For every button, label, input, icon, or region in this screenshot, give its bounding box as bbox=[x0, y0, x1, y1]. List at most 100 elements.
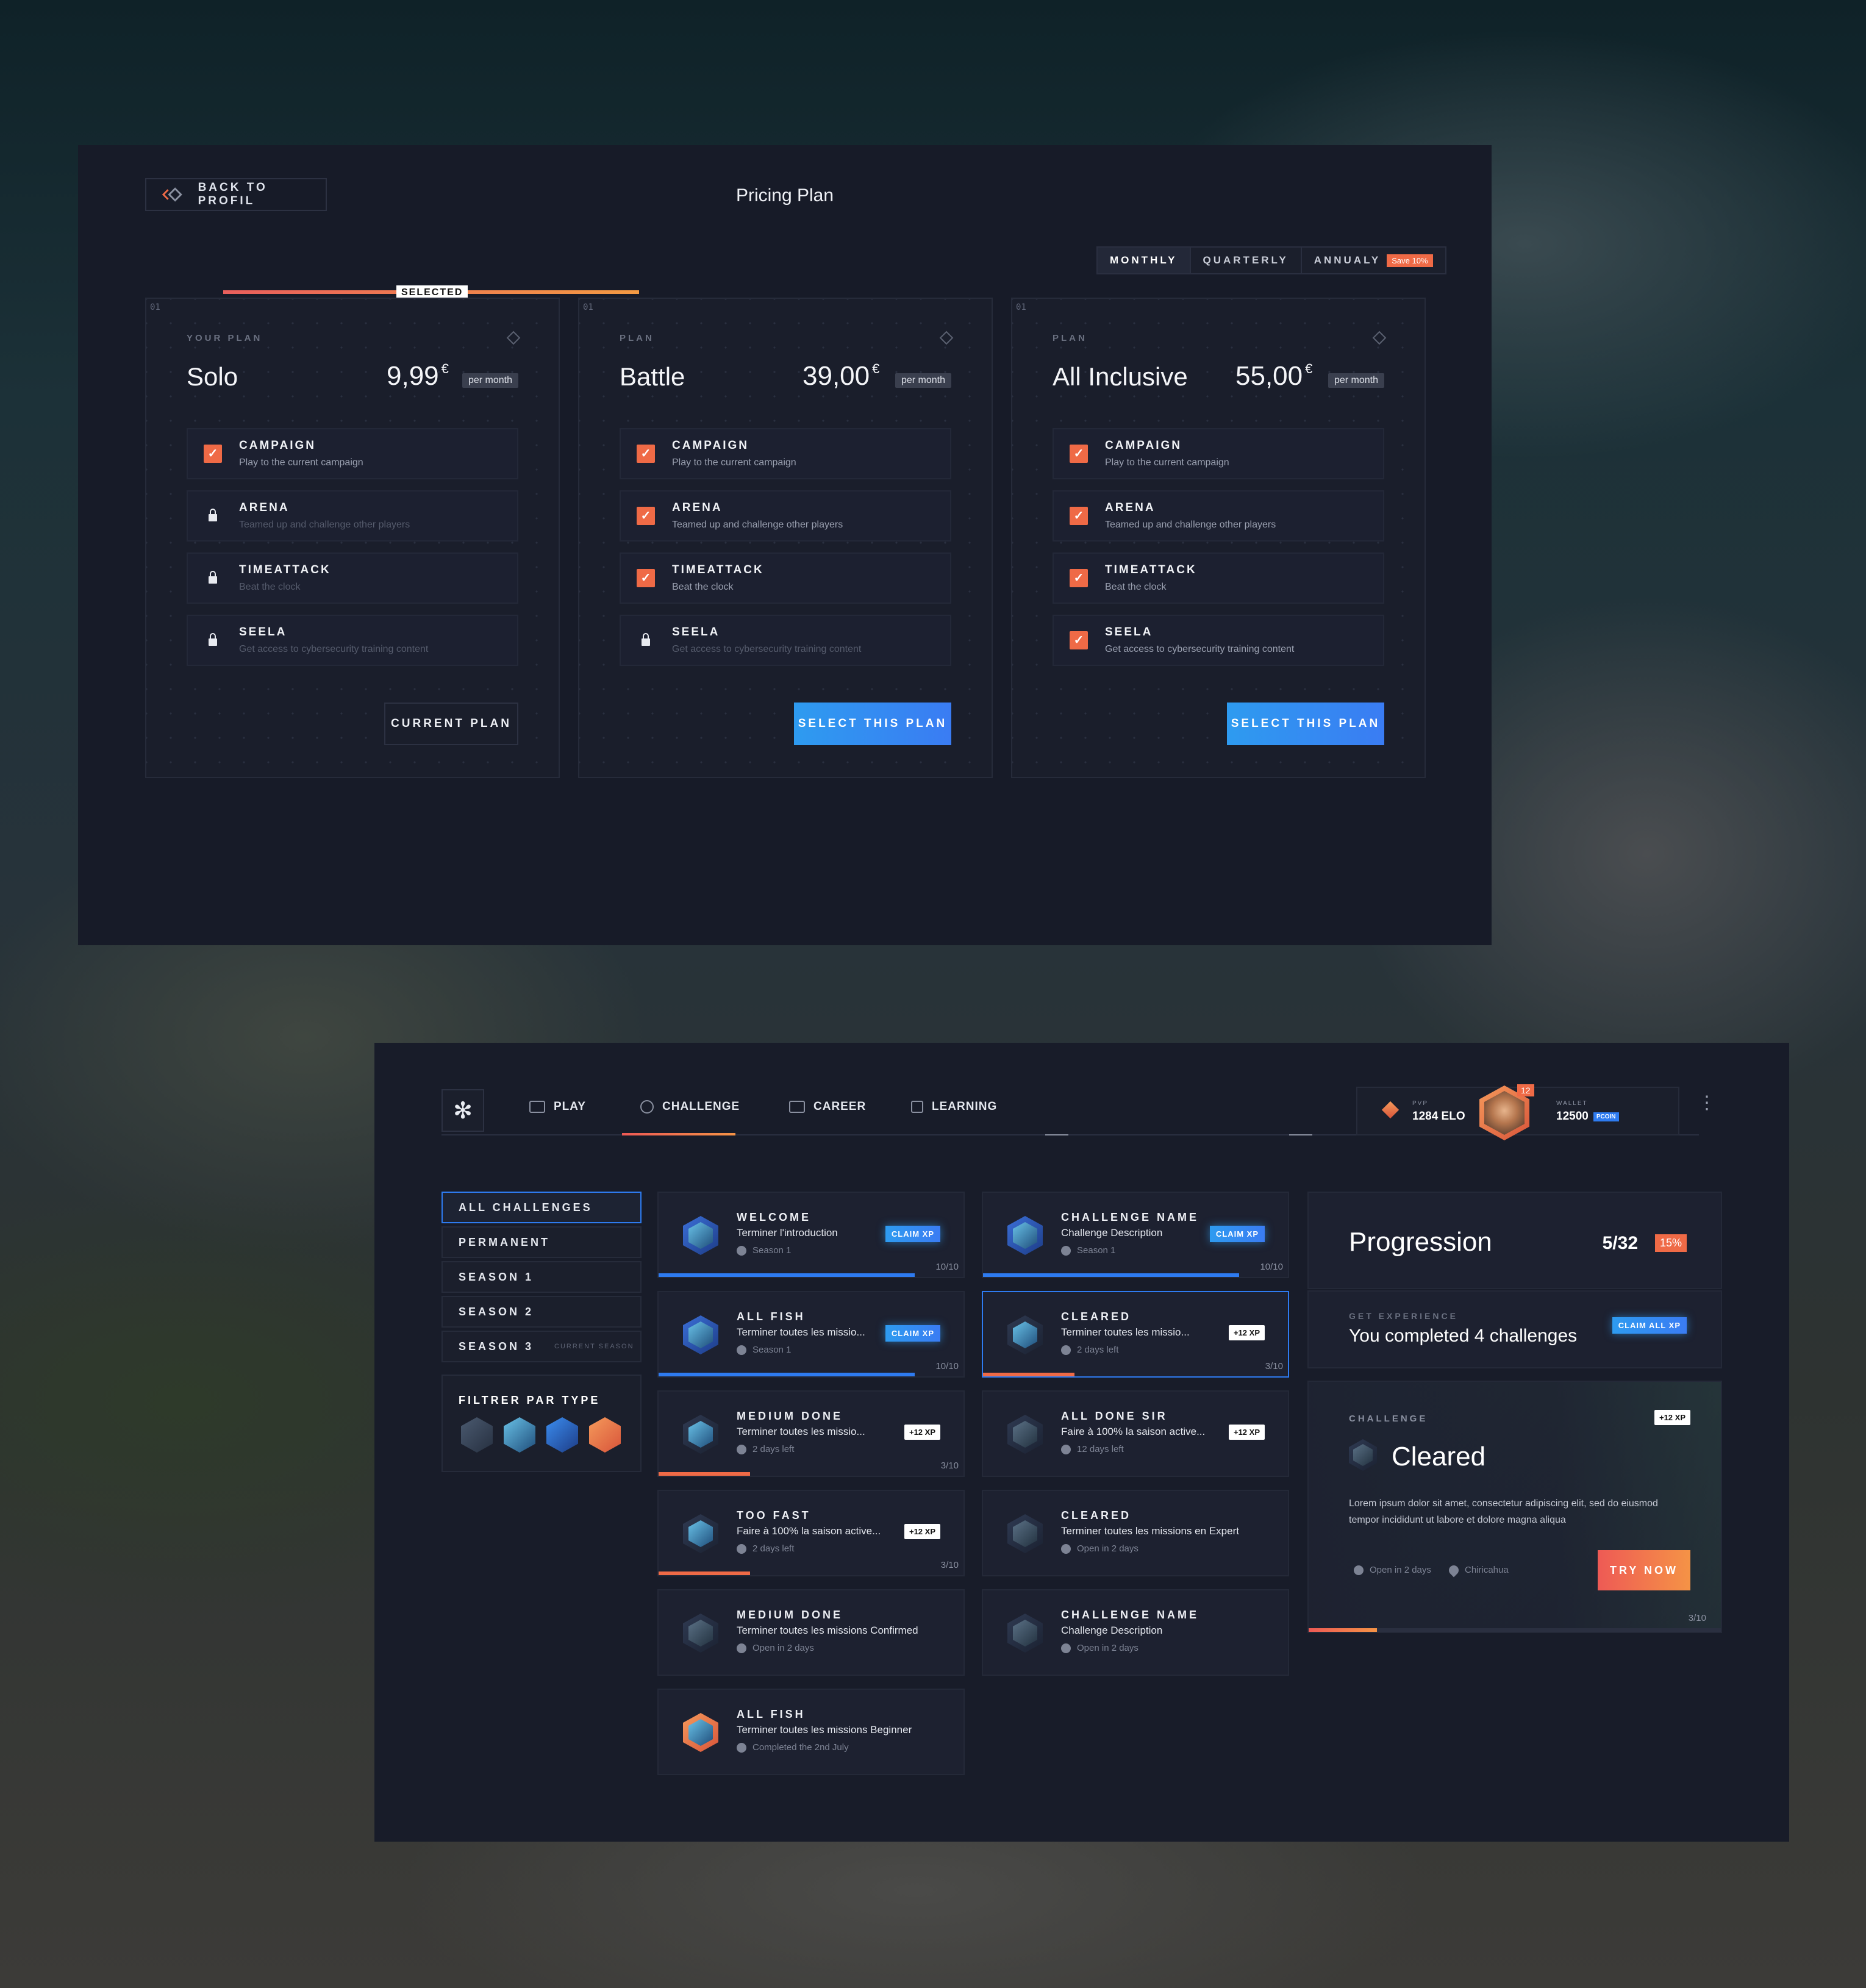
challenge-title: ALL FISH bbox=[737, 1708, 806, 1720]
nav-learning[interactable]: LEARNING bbox=[911, 1100, 997, 1114]
sidebar-item[interactable]: SEASON 2 bbox=[441, 1296, 642, 1328]
xp-badge: +12 XP bbox=[904, 1524, 940, 1539]
challenge-card[interactable]: CLEARED Terminer toutes les missions en E… bbox=[982, 1490, 1289, 1576]
challenge-title: WELCOME bbox=[737, 1211, 811, 1223]
challenge-meta: Season 1 bbox=[1061, 1245, 1115, 1256]
type-standard-icon[interactable] bbox=[504, 1417, 535, 1453]
challenge-card[interactable]: MEDIUM DONE Terminer toutes les missions … bbox=[657, 1589, 965, 1676]
challenge-card[interactable]: CHALLENGE NAME Challenge Description Seaso… bbox=[982, 1192, 1289, 1278]
plan-feature: ✓ TIMEATTACK Beat the clock bbox=[620, 552, 951, 604]
sidebar-item[interactable]: ALL CHALLENGES bbox=[441, 1192, 642, 1223]
challenge-description: Terminer toutes les missions Confirmed bbox=[737, 1625, 918, 1636]
challenge-meta-text: Completed the 2nd July bbox=[752, 1742, 849, 1753]
challenge-count: 3/10 bbox=[1265, 1361, 1283, 1371]
sidebar-item[interactable]: SEASON 1 bbox=[441, 1261, 642, 1293]
challenge-description: Terminer l'introduction bbox=[737, 1227, 838, 1239]
challenge-card[interactable]: CLEARED Terminer toutes les missio... 2 da… bbox=[982, 1291, 1289, 1378]
challenge-count: 3/10 bbox=[940, 1560, 959, 1570]
more-menu-icon[interactable]: ⋮ bbox=[1698, 1094, 1716, 1112]
tab-annualy[interactable]: ANNUALY Save 10% bbox=[1302, 248, 1445, 273]
check-icon: ✓ bbox=[1070, 569, 1088, 587]
challenge-title: MEDIUM DONE bbox=[737, 1609, 843, 1621]
lock-icon bbox=[637, 631, 655, 649]
save-badge: Save 10% bbox=[1387, 254, 1433, 267]
nav-career[interactable]: CAREER bbox=[789, 1100, 866, 1114]
challenge-meta: Season 1 bbox=[737, 1245, 791, 1256]
nav-play[interactable]: PLAY bbox=[529, 1100, 586, 1114]
locked-challenge-icon bbox=[683, 1614, 718, 1653]
feature-title: TIMEATTACK bbox=[672, 563, 764, 576]
challenge-progress-bar bbox=[659, 1571, 750, 1575]
clock-icon bbox=[737, 1245, 746, 1256]
claim-xp-button[interactable]: CLAIM XP bbox=[885, 1226, 940, 1242]
challenge-card[interactable]: ALL FISH Terminer toutes les missions Beg… bbox=[657, 1689, 965, 1775]
nav-challenge-label: CHALLENGE bbox=[662, 1100, 740, 1113]
select-plan-button[interactable]: SELECT THIS PLAN bbox=[794, 703, 951, 745]
challenge-icon bbox=[683, 1713, 718, 1752]
snowflake-logo-icon[interactable]: ✻ bbox=[441, 1089, 484, 1132]
feature-title: SEELA bbox=[239, 626, 287, 638]
challenge-meta: Open in 2 days bbox=[1061, 1643, 1139, 1653]
feature-title: TIMEATTACK bbox=[1105, 563, 1197, 576]
challenge-count: 10/10 bbox=[1260, 1262, 1283, 1272]
type-completed-icon[interactable] bbox=[589, 1417, 621, 1453]
challenge-card[interactable]: ALL FISH Terminer toutes les missio... Sea… bbox=[657, 1291, 965, 1378]
lock-icon bbox=[204, 569, 222, 587]
location-pin-icon bbox=[1446, 1563, 1461, 1577]
price-value: 9,99 bbox=[387, 361, 439, 391]
sidebar-item[interactable]: PERMANENT bbox=[441, 1226, 642, 1258]
price-currency: € bbox=[1305, 361, 1313, 376]
challenge-title: CLEARED bbox=[1061, 1509, 1132, 1521]
type-locked-icon[interactable] bbox=[461, 1417, 493, 1453]
feature-title: SEELA bbox=[672, 626, 720, 638]
claim-xp-button[interactable]: CLAIM XP bbox=[1209, 1226, 1265, 1242]
claim-xp-button[interactable]: CLAIM XP bbox=[885, 1325, 940, 1342]
challenge-meta-text: 12 days left bbox=[1077, 1444, 1124, 1454]
tab-quarterly[interactable]: QUARTERLY bbox=[1191, 248, 1302, 273]
get-experience-label: GET EXPERIENCE bbox=[1349, 1311, 1458, 1321]
pvp-label: PVP bbox=[1412, 1100, 1429, 1107]
sidebar-item-label: SEASON 2 bbox=[459, 1305, 534, 1318]
challenge-meta-text: Open in 2 days bbox=[752, 1643, 814, 1653]
check-icon: ✓ bbox=[1070, 507, 1088, 525]
challenge-card[interactable]: ALL DONE SIR Faire à 100% la saison activ… bbox=[982, 1390, 1289, 1477]
challenge-card[interactable]: MEDIUM DONE Terminer toutes les missio...… bbox=[657, 1390, 965, 1477]
wallet-unit: PCOIN bbox=[1593, 1112, 1619, 1121]
challenge-card[interactable]: CHALLENGE NAME Challenge Description Open … bbox=[982, 1589, 1289, 1676]
price-period: per month bbox=[462, 373, 518, 388]
challenge-meta: 2 days left bbox=[737, 1444, 794, 1454]
xp-badge: +12 XP bbox=[1228, 1425, 1265, 1440]
nav-challenge[interactable]: CHALLENGE bbox=[640, 1100, 740, 1114]
challenge-meta-text: Open in 2 days bbox=[1077, 1543, 1139, 1554]
type-active-icon[interactable] bbox=[546, 1417, 578, 1453]
progression-percent: 15% bbox=[1654, 1234, 1687, 1252]
claim-all-xp-button[interactable]: CLAIM ALL XP bbox=[1612, 1317, 1687, 1334]
challenge-card[interactable]: WELCOME Terminer l'introduction Season 1 CL… bbox=[657, 1192, 965, 1278]
detail-label: CHALLENGE bbox=[1349, 1414, 1428, 1424]
sidebar-item[interactable]: SEASON 3 CURRENT SEASON bbox=[441, 1331, 642, 1362]
try-now-button[interactable]: TRY NOW bbox=[1598, 1550, 1690, 1590]
challenge-meta: Open in 2 days bbox=[1061, 1543, 1139, 1554]
plan-feature: ✓ SEELA Get access to cybersecurity trai… bbox=[1053, 615, 1384, 666]
lock-icon bbox=[204, 507, 222, 525]
challenge-card[interactable]: TOO FAST Faire à 100% la saison active...… bbox=[657, 1490, 965, 1576]
challenge-count: 10/10 bbox=[935, 1262, 959, 1272]
challenge-panel: ✻ PLAY CHALLENGE CAREER LEARNING PVP 128… bbox=[374, 1043, 1789, 1842]
challenge-description: Terminer toutes les missio... bbox=[737, 1426, 865, 1437]
select-plan-button[interactable]: SELECT THIS PLAN bbox=[1227, 703, 1384, 745]
challenge-meta-text: 2 days left bbox=[752, 1543, 795, 1554]
elo-value: 1284 ELO bbox=[1412, 1110, 1465, 1123]
plan-label: YOUR PLAN bbox=[187, 333, 263, 343]
sidebar-item-label: SEASON 3 bbox=[459, 1340, 534, 1353]
challenge-meta: Completed the 2nd July bbox=[737, 1742, 849, 1753]
feature-title: ARENA bbox=[672, 501, 723, 514]
tab-quarterly-label: QUARTERLY bbox=[1203, 254, 1289, 266]
detail-open-text: Open in 2 days bbox=[1370, 1565, 1431, 1575]
plan-name: All Inclusive bbox=[1053, 362, 1188, 391]
tab-monthly[interactable]: MONTHLY bbox=[1098, 248, 1191, 273]
detail-location: Chiricahua bbox=[1446, 1563, 1509, 1577]
challenge-meta-text: Season 1 bbox=[752, 1245, 792, 1256]
gamepad-icon bbox=[529, 1101, 545, 1113]
current-plan-button[interactable]: CURRENT PLAN bbox=[384, 703, 518, 745]
challenge-icon bbox=[683, 1315, 718, 1354]
